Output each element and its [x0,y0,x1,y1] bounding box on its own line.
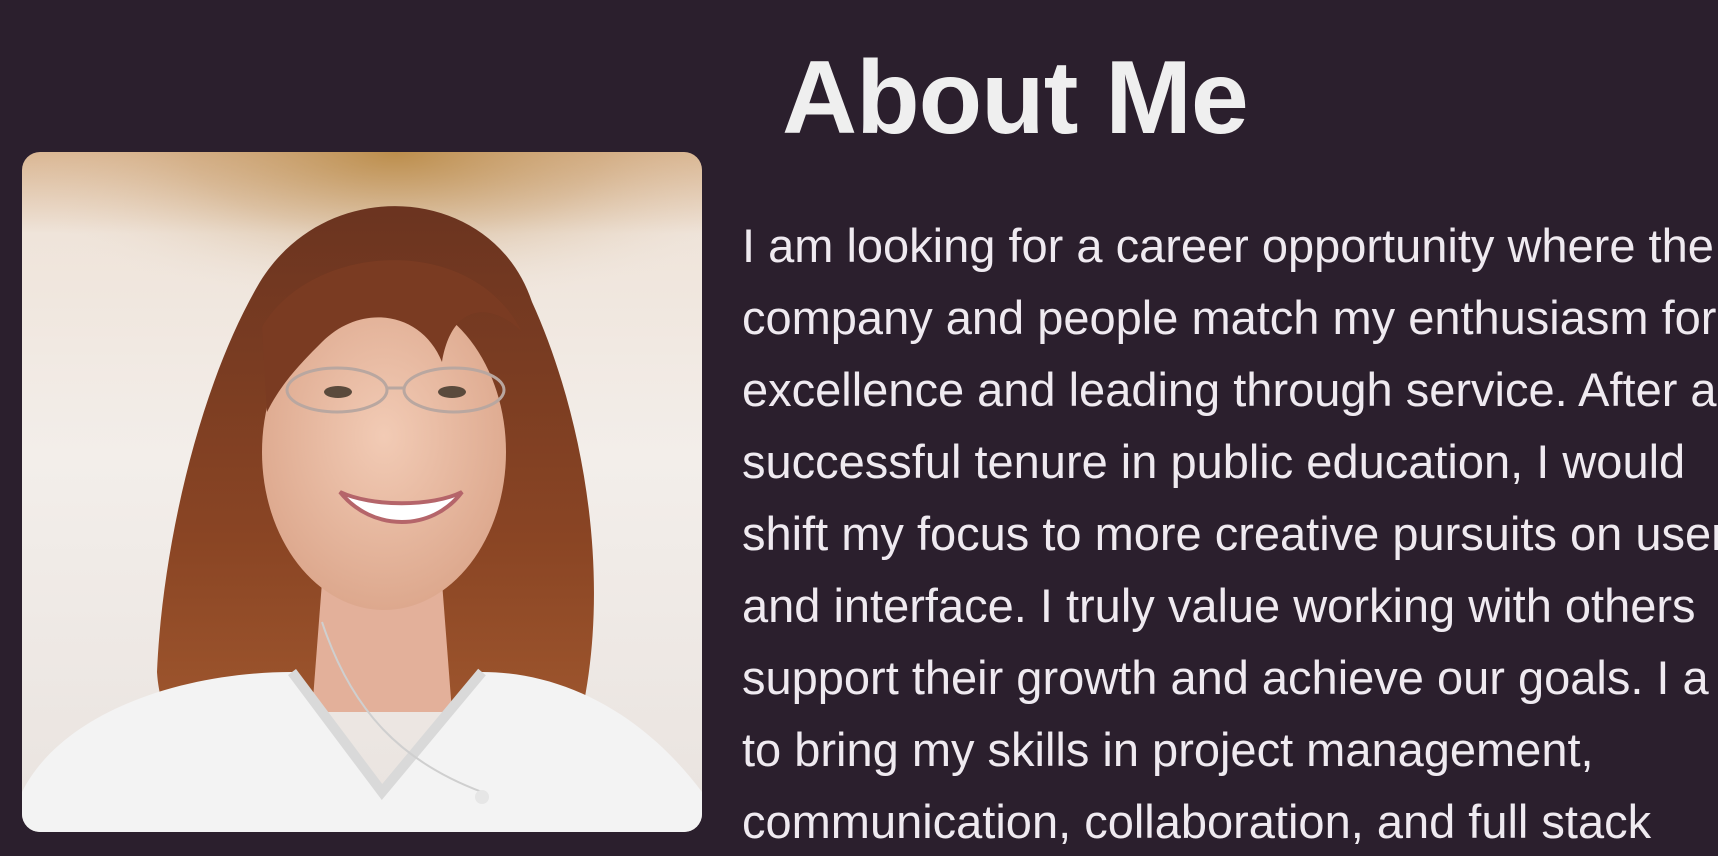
bio-line: communication, collaboration, and full s… [742,795,1652,848]
about-section: About Me I am looking for a career oppor… [0,0,1718,856]
bio-line: successful tenure in public education, I… [742,435,1686,488]
bio-line: shift my focus to more creative pursuits… [742,507,1718,560]
bio-line: I am looking for a career opportunity wh… [742,219,1714,272]
section-heading: About Me [782,40,1249,156]
bio-line: excellence and leading through service. … [742,363,1717,416]
portrait-image [22,152,702,832]
bio-line: support their growth and achieve our goa… [742,651,1709,704]
bio-paragraph: I am looking for a career opportunity wh… [742,210,1718,856]
bio-line: company and people match my enthusiasm f… [742,291,1717,344]
portrait-photo [22,152,702,832]
bio-line: to bring my skills in project management… [742,723,1594,776]
bio-line: and interface. I truly value working wit… [742,579,1696,632]
